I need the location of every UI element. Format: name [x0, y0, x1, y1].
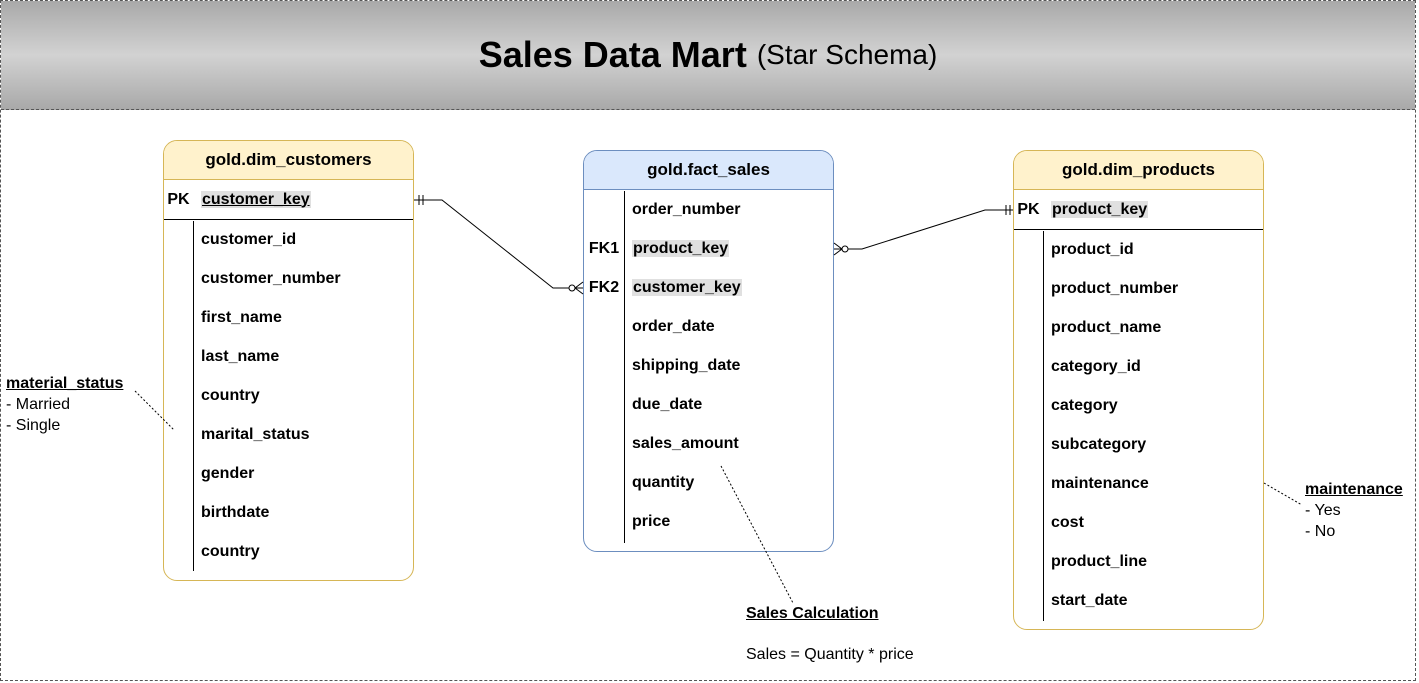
connectors-layer	[134, 195, 1303, 604]
note-link-marital	[134, 390, 175, 431]
relationship-customers-fact	[414, 195, 584, 295]
relationship-products-fact	[833, 205, 1013, 256]
note-link-sales	[720, 465, 794, 604]
note-link-maintenance	[1263, 482, 1303, 506]
